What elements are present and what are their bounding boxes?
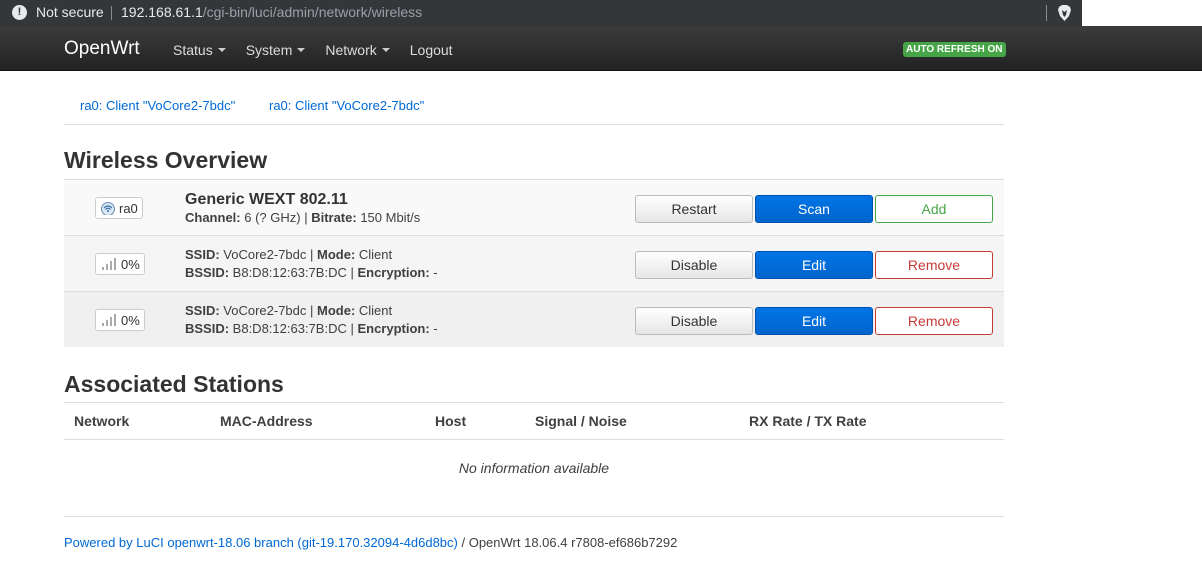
iface-badge: ra0 (95, 197, 143, 219)
iface-name: ra0 (119, 200, 138, 216)
disable-button[interactable]: Disable (635, 251, 753, 279)
url-host: 192.168.61.1 (121, 4, 203, 20)
encryption-value: - (429, 265, 438, 280)
encryption-value: - (429, 321, 438, 336)
menu-network[interactable]: Network (325, 42, 390, 58)
bitrate-label: Bitrate: (311, 210, 357, 225)
menu-system[interactable]: System (246, 42, 306, 58)
url-text[interactable]: 192.168.61.1/cgi-bin/luci/admin/network/… (121, 4, 422, 20)
remove-button[interactable]: Remove (875, 307, 993, 335)
signal-value: 0% (121, 256, 140, 272)
bssid-label: BSSID: (185, 265, 230, 280)
signal-badge: 0% (95, 309, 145, 331)
network-info: SSID: VoCore2-7bdc | Mode: Client BSSID:… (185, 302, 438, 338)
bssid-value: B8:D8:12:63:7B:DC | (229, 265, 358, 280)
brand-logo[interactable]: OpenWrt (64, 38, 140, 60)
stations-table: Network MAC-Address Host Signal / Noise … (64, 402, 1004, 476)
luci-link[interactable]: Powered by LuCI openwrt-18.06 branch (gi… (64, 535, 458, 550)
col-host: Host (435, 413, 467, 429)
menu-status[interactable]: Status (173, 42, 226, 58)
disable-button[interactable]: Disable (635, 307, 753, 335)
col-mac-address: MAC-Address (220, 413, 313, 429)
caret-down-icon (381, 48, 390, 52)
bitrate-value: 150 Mbit/s (356, 210, 421, 225)
footer: Powered by LuCI openwrt-18.06 branch (gi… (64, 535, 677, 550)
footer-version: / OpenWrt 18.06.4 r7808-ef686b7292 (457, 535, 678, 550)
divider (111, 6, 112, 20)
signal-badge: 0% (95, 253, 145, 275)
ssid-label: SSID: (185, 303, 220, 318)
bssid-value: B8:D8:12:63:7B:DC | (229, 321, 358, 336)
url-path: /cgi-bin/luci/admin/network/wireless (202, 4, 423, 20)
network-bssid-line: BSSID: B8:D8:12:63:7B:DC | Encryption: - (185, 320, 438, 338)
channel-label: Channel: (185, 210, 241, 225)
wireless-network-row: 0% SSID: VoCore2-7bdc | Mode: Client BSS… (64, 291, 1004, 347)
caret-down-icon (217, 48, 226, 52)
edit-button[interactable]: Edit (755, 251, 873, 279)
stations-table-header: Network MAC-Address Host Signal / Noise … (64, 402, 1004, 440)
tab-ra0-client-1[interactable]: ra0: Client "VoCore2-7bdc" (80, 98, 235, 113)
caret-down-icon (297, 48, 306, 52)
network-ssid-line: SSID: VoCore2-7bdc | Mode: Client (185, 246, 438, 264)
network-ssid-line: SSID: VoCore2-7bdc | Mode: Client (185, 302, 438, 320)
restart-button[interactable]: Restart (635, 195, 753, 223)
wifi-icon (101, 202, 115, 215)
main-menu: Status System Network Logout (173, 42, 473, 58)
top-navbar: OpenWrt Status System Network Logout AUT… (0, 26, 1202, 71)
network-tabs: ra0: Client "VoCore2-7bdc" ra0: Client "… (64, 98, 1004, 125)
tab-ra0-client-2[interactable]: ra0: Client "VoCore2-7bdc" (269, 98, 424, 113)
col-network: Network (74, 413, 130, 429)
edit-button[interactable]: Edit (755, 307, 873, 335)
wireless-network-row: 0% SSID: VoCore2-7bdc | Mode: Client BSS… (64, 235, 1004, 291)
security-label[interactable]: Not secure (36, 4, 104, 20)
menu-label: Network (325, 42, 377, 58)
encryption-label: Encryption: (357, 265, 430, 280)
channel-value: 6 (? GHz) | (240, 210, 312, 225)
bssid-label: BSSID: (185, 321, 230, 336)
ssid-value: VoCore2-7bdc | (219, 303, 317, 318)
auto-refresh-badge[interactable]: AUTO REFRESH ON (903, 42, 1006, 57)
remove-button[interactable]: Remove (875, 251, 993, 279)
no-info-text: No information available (458, 460, 610, 476)
menu-logout[interactable]: Logout (410, 42, 453, 58)
ssid-value: VoCore2-7bdc | (219, 247, 317, 262)
footer-divider (64, 516, 1004, 517)
wireless-table: ra0 Generic WEXT 802.11 Channel: 6 (? GH… (64, 179, 1004, 347)
device-title: Generic WEXT 802.11 (185, 191, 348, 208)
info-icon[interactable]: ! (12, 5, 27, 20)
col-signal-noise: Signal / Noise (535, 413, 627, 429)
add-button[interactable]: Add (875, 195, 993, 223)
network-bssid-line: BSSID: B8:D8:12:63:7B:DC | Encryption: - (185, 264, 438, 282)
signal-strength-icon (100, 257, 118, 271)
scan-button[interactable]: Scan (755, 195, 873, 223)
associated-stations-heading: Associated Stations (64, 371, 284, 397)
browser-toolbar-area (1082, 0, 1202, 26)
mode-label: Mode: (317, 247, 356, 262)
device-details: Channel: 6 (? GHz) | Bitrate: 150 Mbit/s (185, 209, 420, 227)
wireless-device-row: ra0 Generic WEXT 802.11 Channel: 6 (? GH… (64, 179, 1004, 235)
menu-label: System (245, 42, 293, 58)
mode-value: Client (355, 303, 393, 318)
browser-address-bar[interactable]: ! Not secure 192.168.61.1/cgi-bin/luci/a… (0, 0, 1082, 26)
encryption-label: Encryption: (357, 321, 430, 336)
brave-shield-icon[interactable] (1057, 5, 1072, 21)
wireless-overview-heading: Wireless Overview (64, 147, 268, 173)
signal-strength-icon (100, 313, 118, 327)
col-rx-tx-rate: RX Rate / TX Rate (749, 413, 867, 429)
network-info: SSID: VoCore2-7bdc | Mode: Client BSSID:… (185, 246, 438, 282)
device-info: Generic WEXT 802.11 Channel: 6 (? GHz) |… (185, 190, 420, 227)
mode-value: Client (355, 247, 393, 262)
menu-label: Status (173, 42, 213, 58)
signal-value: 0% (121, 312, 140, 328)
divider (1046, 5, 1047, 21)
mode-label: Mode: (317, 303, 356, 318)
menu-label: Logout (409, 42, 453, 58)
ssid-label: SSID: (185, 247, 220, 262)
